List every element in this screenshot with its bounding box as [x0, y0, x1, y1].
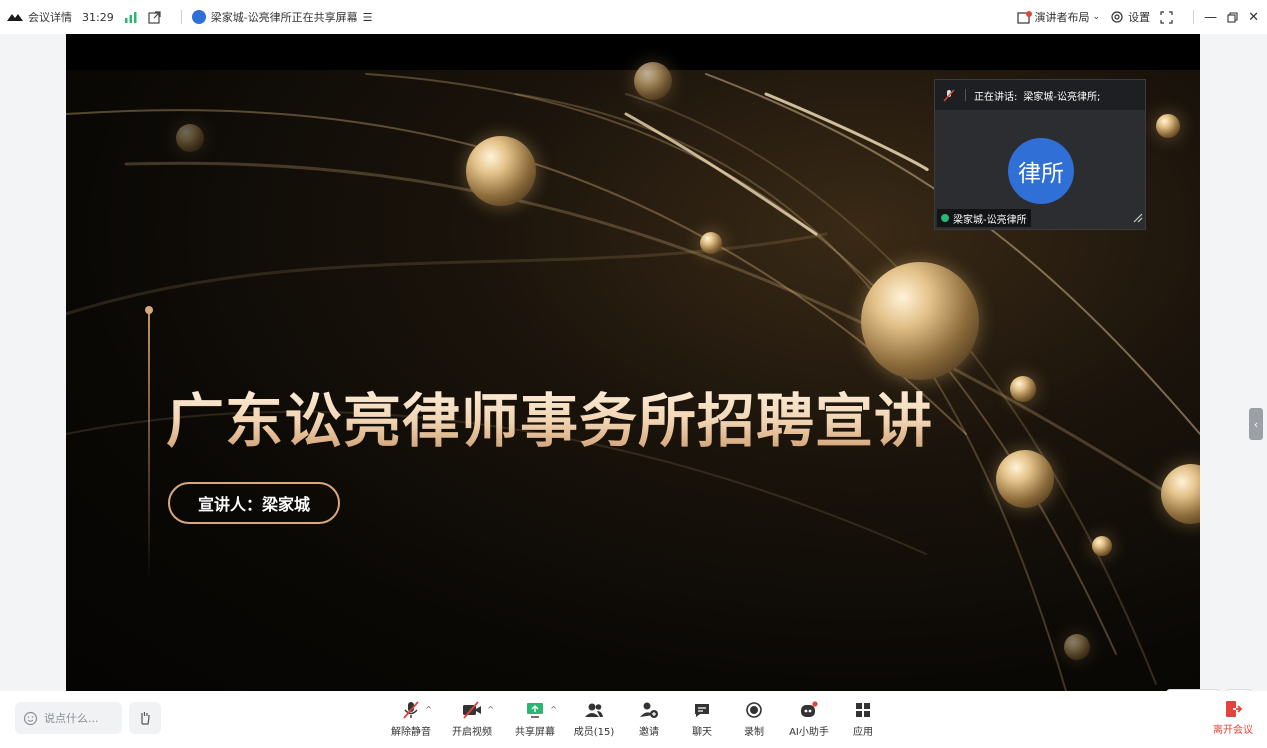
raise-hand-button[interactable] — [129, 702, 161, 734]
control-label: 成员(15) — [573, 727, 615, 738]
control-label: 应用 — [853, 727, 873, 738]
control-label: 开启视频 — [452, 727, 492, 738]
record-button[interactable]: 录制 — [726, 699, 782, 738]
settings-label: 设置 — [1128, 11, 1151, 24]
accent-line — [148, 310, 150, 580]
sphere — [1156, 114, 1180, 138]
meeting-details-button[interactable]: 会议详情 — [6, 9, 72, 25]
sphere — [1092, 536, 1112, 556]
control-label: 共享屏幕 — [515, 727, 555, 738]
exit-icon — [1226, 701, 1243, 717]
speaker-video-tile[interactable]: 正在讲话: 梁家城-讼亮律所; 律所 梁家城-讼亮律所 — [934, 79, 1146, 230]
side-panel-toggle[interactable]: ‹ — [1249, 408, 1263, 440]
settings-button[interactable]: 设置 — [1110, 9, 1150, 25]
control-label: 邀请 — [639, 727, 659, 738]
emoji-icon — [23, 711, 38, 725]
chat-placeholder: 说点什么... — [44, 712, 99, 725]
unmute-button[interactable]: ^ 解除静音 — [383, 699, 439, 738]
leave-meeting-button[interactable]: 离开会议 — [1213, 699, 1253, 736]
resize-handle-icon[interactable] — [1131, 208, 1143, 227]
control-label: AI小助手 — [789, 727, 829, 738]
bottom-toolbar: 说点什么... ^ 解除静音 ^ 开启视频 ^ 共享屏幕 成员(15) 邀请 聊… — [0, 691, 1267, 748]
meeting-logo-icon — [7, 14, 23, 21]
restore-icon[interactable] — [1227, 11, 1238, 23]
chat-input[interactable]: 说点什么... — [15, 702, 122, 734]
control-label: 解除静音 — [391, 727, 431, 738]
sharing-menu-icon: ☰ — [362, 10, 373, 24]
sphere — [700, 232, 722, 254]
layout-icon — [1016, 10, 1032, 24]
speaking-label: 正在讲话: — [974, 91, 1018, 103]
shared-screen-area: 广东讼亮律师事务所招聘宣讲 宣讲人：梁家城 正在讲话: 梁家城-讼亮律所; 律所… — [0, 34, 1267, 715]
start-video-button[interactable]: ^ 开启视频 — [444, 699, 500, 738]
divider — [1193, 10, 1195, 24]
divider — [180, 10, 182, 24]
gear-icon — [1111, 11, 1123, 23]
members-button[interactable]: 成员(15) — [566, 699, 622, 738]
sphere — [634, 62, 672, 100]
sphere — [861, 262, 979, 380]
camera-off-icon — [463, 701, 481, 719]
presenter-pill: 宣讲人：梁家城 — [168, 482, 340, 524]
hand-icon — [141, 712, 150, 725]
mic-active-icon — [941, 214, 949, 222]
accent-dot — [145, 306, 153, 314]
speaking-name: 梁家城-讼亮律所; — [1023, 91, 1101, 103]
control-label: 录制 — [744, 727, 764, 738]
close-icon[interactable]: ✕ — [1248, 10, 1259, 25]
top-bar: 会议详情 31:29 梁家城-讼亮律所正在共享屏幕 ☰ 演讲者布局 ⌄ 设置 —… — [0, 0, 1267, 34]
apps-button[interactable]: 应用 — [835, 699, 891, 738]
mic-muted-icon — [403, 701, 419, 719]
chat-button[interactable]: 聊天 — [674, 699, 730, 738]
share-screen-button[interactable]: ^ 共享屏幕 — [507, 699, 563, 738]
minimize-icon[interactable]: — — [1204, 10, 1217, 25]
record-icon — [746, 702, 762, 718]
ai-assistant-icon — [801, 701, 818, 717]
mic-muted-icon — [943, 89, 955, 102]
sphere — [1064, 634, 1090, 660]
sharing-status[interactable]: 梁家城-讼亮律所正在共享屏幕 ☰ — [191, 9, 373, 25]
invite-button[interactable]: 邀请 — [621, 699, 677, 738]
ai-assistant-button[interactable]: AI小助手 — [781, 699, 837, 738]
participant-name: 梁家城-讼亮律所 — [953, 214, 1027, 226]
meeting-details-label: 会议详情 — [28, 11, 72, 24]
signal-icon[interactable] — [124, 11, 138, 23]
sphere — [176, 124, 204, 152]
slide-title: 广东讼亮律师事务所招聘宣讲 — [166, 374, 933, 458]
avatar: 律所 — [1008, 138, 1074, 204]
invite-icon — [640, 702, 658, 718]
participant-name-tag: 梁家城-讼亮律所 — [937, 209, 1031, 227]
apps-icon — [856, 703, 870, 717]
layout-label: 演讲者布局 — [1034, 11, 1090, 24]
pop-out-icon[interactable] — [148, 10, 161, 24]
layout-dropdown[interactable]: 演讲者布局 ⌄ — [1016, 9, 1101, 25]
fullscreen-icon[interactable] — [1160, 10, 1173, 24]
leave-label: 离开会议 — [1213, 725, 1253, 736]
members-icon — [585, 703, 603, 717]
speaking-indicator: 正在讲话: 梁家城-讼亮律所; — [935, 80, 1145, 110]
meeting-timer: 31:29 — [82, 10, 114, 24]
sphere — [996, 450, 1054, 508]
share-screen-icon — [527, 703, 543, 718]
chat-icon — [695, 704, 709, 717]
control-label: 聊天 — [692, 727, 712, 738]
sphere — [466, 136, 536, 206]
chevron-down-icon: ⌄ — [1092, 12, 1101, 22]
sharing-status-label: 梁家城-讼亮律所正在共享屏幕 — [210, 11, 358, 24]
sphere — [1010, 376, 1036, 402]
sharer-avatar-icon — [191, 10, 206, 24]
